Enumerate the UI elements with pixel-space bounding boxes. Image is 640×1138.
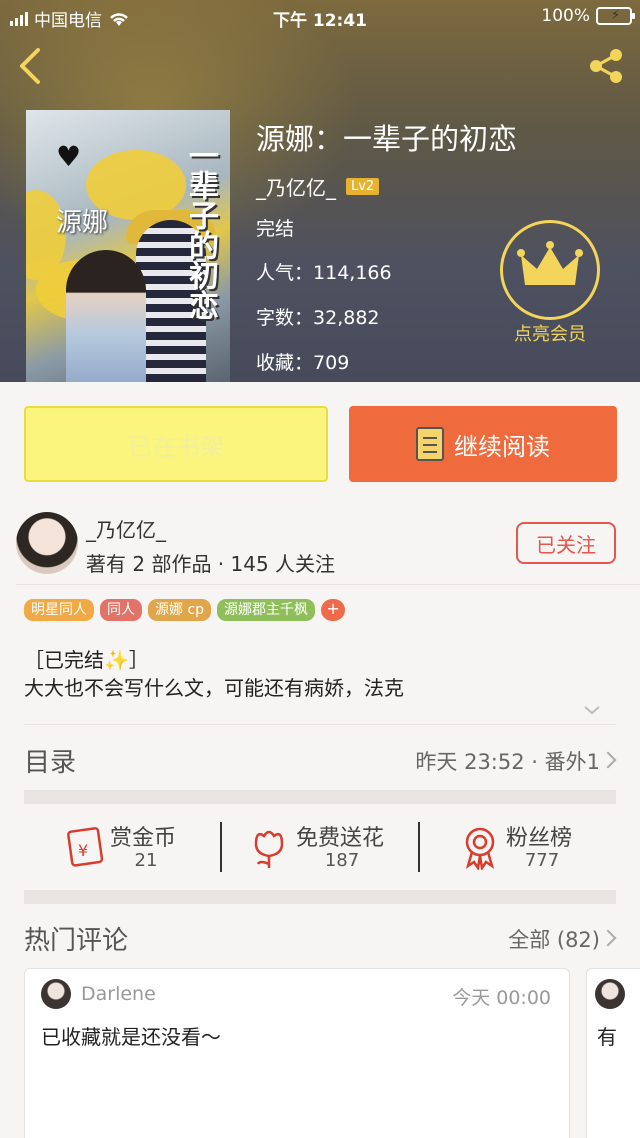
book-title: 源娜：一辈子的初恋 [256,122,518,156]
tag-item[interactable]: 源娜郡主千枫 [217,599,316,621]
coin-reward-button[interactable]: ¥ 赏金币 21 [64,820,184,876]
word-count-label: 字数： [256,307,314,329]
tag-item[interactable]: 源娜 cp [148,599,212,621]
book-description: ［已完结✨］ 大大也不会写什么文，可能还有病娇，法克 [24,646,404,702]
fan-ranking-button[interactable]: 粉丝榜 777 [462,820,582,876]
send-flower-button[interactable]: 免费送花 187 [252,820,392,876]
section-separator [24,790,616,804]
vip-crown-button[interactable] [500,220,600,320]
book-author-line: _乃亿亿_ Lv2 [256,172,380,201]
divider [418,822,420,872]
continue-reading-button[interactable]: 继续阅读 [349,406,617,482]
comment-text: 有 [597,1025,617,1049]
comment-card[interactable]: 有 [586,968,640,1138]
author-stats: 著有 2 部作品 · 145 人关注 [86,552,336,576]
send-flower-value: 187 [324,850,360,871]
hot-comments-title: 热门评论 [24,926,129,956]
battery-percent: 100% [541,6,590,26]
add-tag-button[interactable]: + [321,599,346,621]
popularity-row: 人气：114,166 [256,258,392,285]
chevron-right-icon[interactable] [599,929,617,947]
send-flower-label: 免费送花 [296,826,385,851]
commenter-avatar[interactable] [41,979,71,1009]
divider [24,724,616,725]
book-author[interactable]: _乃亿亿_ [256,172,336,201]
author-name[interactable]: _乃亿亿_ [86,514,166,543]
popularity-label: 人气： [256,262,314,284]
fan-ranking-label: 粉丝榜 [506,826,573,851]
popularity-value: 114,166 [313,262,392,284]
toc-latest-chapter[interactable]: 昨天 23:52 · 番外1 [415,746,600,776]
commenter-name[interactable]: Darlene [81,983,156,1005]
level-badge: Lv2 [346,178,380,195]
heart-icon: ♥ [56,140,82,173]
toc-title[interactable]: 目录 [24,742,76,779]
all-comments-link[interactable]: 全部 (82) [508,924,600,954]
cover-title: 一辈子的初恋 [183,140,218,320]
chevron-down-icon[interactable] [582,700,602,720]
author-avatar[interactable] [16,512,78,574]
in-shelf-label: 已在书架 [128,432,224,461]
follow-label: 已关注 [536,532,596,557]
vip-label[interactable]: 点亮会员 [500,320,600,346]
crown-icon [517,241,583,285]
chevron-right-icon[interactable] [599,751,617,769]
tag-list: 明星同人 同人 源娜 cp 源娜郡主千枫 + [24,599,346,621]
comment-text: 已收藏就是还没看～ [41,1025,221,1049]
tag-item[interactable]: 同人 [100,599,142,621]
description-line: 大大也不会写什么文，可能还有病娇，法克 [24,676,404,700]
comment-time: 今天 00:00 [452,987,551,1009]
favorites-row: 收藏：709 [256,348,349,375]
battery-info: 100% ⚡ [541,6,635,26]
book-cover[interactable]: ♥ 源娜 一辈子的初恋 [26,110,230,382]
tag-item[interactable]: 明星同人 [24,599,94,621]
follow-button[interactable]: 已关注 [516,522,616,564]
commenter-avatar[interactable] [595,979,625,1009]
cover-name: 源娜 [56,208,109,238]
coin-reward-label: 赏金币 [110,826,177,851]
continue-reading-label: 继续阅读 [454,432,550,461]
book-header: 中国电信 下午 12:41 100% ⚡ ♥ 源娜 一辈子的初恋 源娜：一辈子的… [0,0,640,382]
section-separator [24,890,616,904]
description-line: ［已完结✨］ [24,648,149,672]
fan-ranking-value: 777 [524,850,560,871]
status-bar: 中国电信 下午 12:41 100% ⚡ [0,0,640,34]
battery-icon: ⚡ [596,7,635,25]
word-count-row: 字数：32,882 [256,303,380,330]
favorites-label: 收藏： [256,352,314,374]
divider [16,584,640,585]
divider [220,822,222,872]
share-icon[interactable] [586,46,626,86]
comment-card[interactable]: Darlene 今天 00:00 已收藏就是还没看～ [24,968,570,1138]
coin-reward-value: 21 [134,850,158,871]
in-shelf-button[interactable]: 已在书架 [24,406,328,482]
book-status: 完结 [256,218,295,240]
word-count-value: 32,882 [313,307,380,329]
favorites-value: 709 [313,352,350,374]
back-arrow-icon[interactable] [16,46,46,86]
book-icon [416,427,444,461]
